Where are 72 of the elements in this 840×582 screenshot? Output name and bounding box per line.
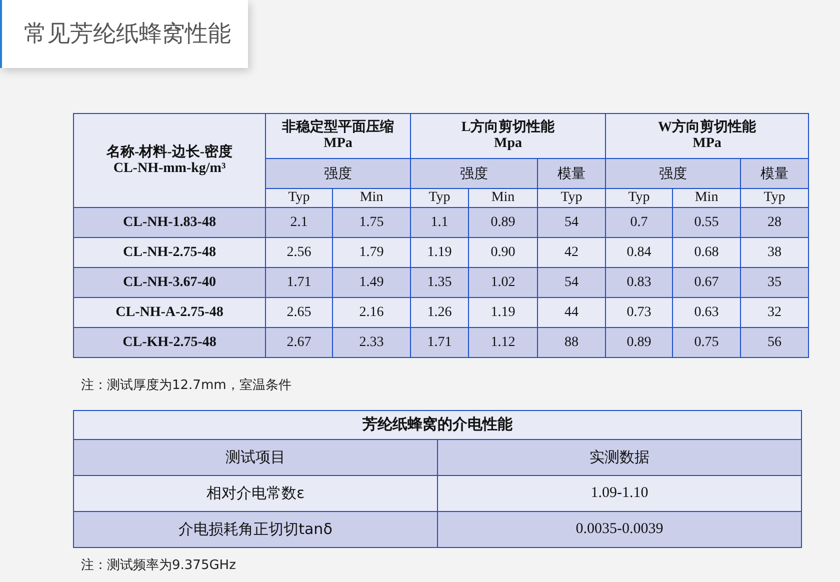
column-header: Min (672, 188, 741, 208)
table-cell: 35 (740, 268, 809, 298)
footnote: 注：测试频率为9.375GHz (80, 556, 237, 574)
column-header: 非稳定型平面压缩 MPa (266, 114, 410, 158)
table-cell: 1.75 (332, 208, 410, 238)
table-cell: 32 (740, 298, 809, 328)
table-cell: 相对介电常数ε (74, 475, 438, 511)
table-cell: 0.84 (606, 238, 673, 268)
table-cell: 54 (538, 208, 606, 238)
column-header: Typ (266, 188, 332, 208)
table-cell: 0.68 (672, 238, 741, 268)
table-cell: 0.75 (672, 328, 741, 358)
table-cell: 0.89 (606, 328, 673, 358)
table-cell: 介电损耗角正切切tanδ (74, 511, 438, 547)
table-cell: 2.1 (266, 208, 332, 238)
table-cell: 42 (538, 238, 606, 268)
table-cell: 2.65 (266, 298, 332, 328)
table-cell: 38 (740, 238, 809, 268)
footnote: 注：测试厚度为12.7mm，室温条件 (80, 377, 292, 395)
table-cell: 1.12 (468, 328, 538, 358)
column-header: Min (468, 188, 538, 208)
column-header: W方向剪切性能 MPa (606, 114, 809, 158)
table-cell: 1.71 (410, 328, 468, 358)
table-cell: CL-KH-2.75-48 (74, 328, 266, 358)
column-header: 强度 (266, 158, 410, 188)
table-cell: CL-NH-2.75-48 (74, 238, 266, 268)
table-cell: 0.83 (606, 268, 673, 298)
table-cell: 1.26 (410, 298, 468, 328)
column-header: 测试项目 (74, 439, 438, 475)
column-header: Typ (606, 188, 673, 208)
table-cell: 0.7 (606, 208, 673, 238)
table-cell: 0.55 (672, 208, 741, 238)
table-cell: 1.71 (266, 268, 332, 298)
table-cell: 54 (538, 268, 606, 298)
table-cell: 2.33 (332, 328, 410, 358)
column-header: 强度 (606, 158, 741, 188)
column-header: Typ (410, 188, 468, 208)
column-header: Min (332, 188, 410, 208)
table-cell: CL-NH-1.83-48 (74, 208, 266, 238)
table-cell: 1.09-1.10 (438, 475, 802, 511)
table-cell: 1.49 (332, 268, 410, 298)
table-cell: 2.56 (266, 238, 332, 268)
table-cell: 2.16 (332, 298, 410, 328)
table-cell: 56 (740, 328, 809, 358)
column-header: 实测数据 (438, 439, 802, 475)
table-cell: 0.89 (468, 208, 538, 238)
table-cell: 88 (538, 328, 606, 358)
table-cell: 0.63 (672, 298, 741, 328)
table-cell: CL-NH-3.67-40 (74, 268, 266, 298)
column-header: L方向剪切性能 Mpa (410, 114, 606, 158)
table-cell: 1.35 (410, 268, 468, 298)
page-title: 常见芳纶纸蜂窝性能 (24, 20, 231, 49)
table-cell: 1.19 (410, 238, 468, 268)
column-header: 名称-材料-边长-密度 CL-NH-mm-kg/m³ (74, 114, 266, 208)
column-header: 强度 (410, 158, 538, 188)
table-cell: 0.67 (672, 268, 741, 298)
column-header: 模量 (538, 158, 606, 188)
column-header: 模量 (740, 158, 809, 188)
table-cell: 0.0035-0.0039 (438, 511, 802, 547)
table-cell: 2.67 (266, 328, 332, 358)
table-cell: 1.1 (410, 208, 468, 238)
column-header: Typ (538, 188, 606, 208)
table-cell: 0.73 (606, 298, 673, 328)
table-cell: 1.19 (468, 298, 538, 328)
table-cell: 1.79 (332, 238, 410, 268)
table-title: 芳纶纸蜂窝的介电性能 (74, 410, 802, 439)
table-cell: 1.02 (468, 268, 538, 298)
table-cell: 44 (538, 298, 606, 328)
table-cell: 0.90 (468, 238, 538, 268)
table-cell: 28 (740, 208, 809, 238)
table-cell: CL-NH-A-2.75-48 (74, 298, 266, 328)
column-header: Typ (740, 188, 809, 208)
